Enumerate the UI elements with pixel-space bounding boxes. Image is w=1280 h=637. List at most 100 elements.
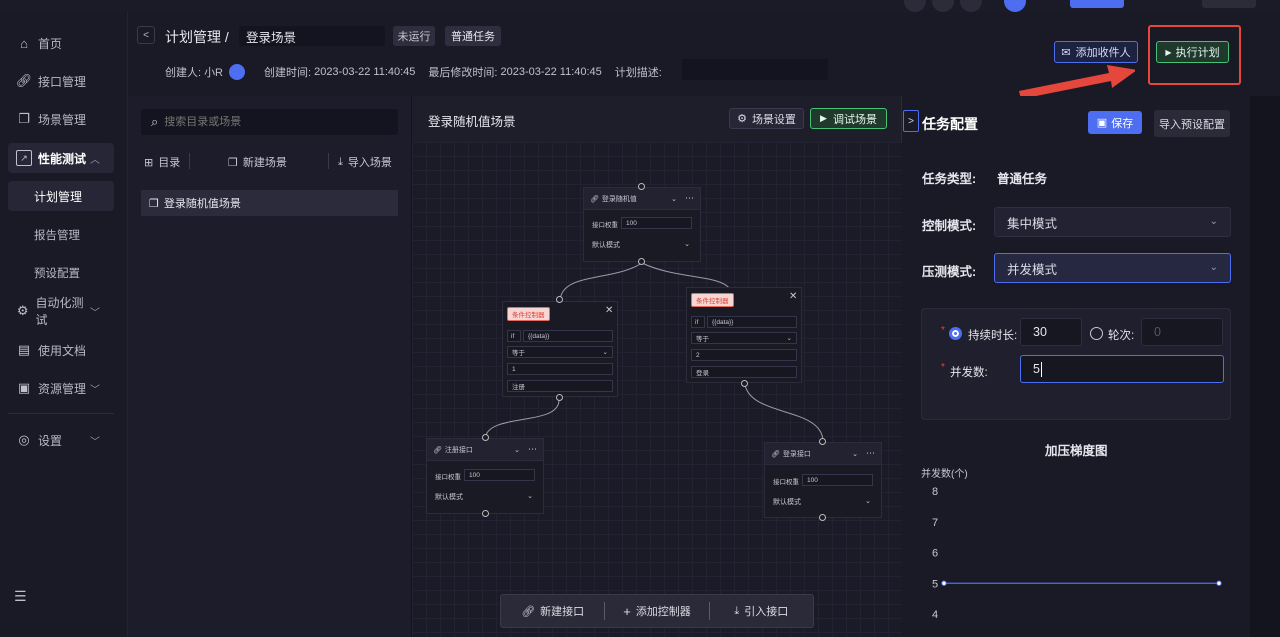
canvas-toolbar: 🔗︎ 新建接口 + 添加控制器 ⤓ 引入接口 bbox=[500, 594, 814, 628]
variable-input[interactable]: {{data}} bbox=[523, 330, 613, 342]
value-input[interactable]: 2 bbox=[691, 349, 797, 361]
sidebar-item-api[interactable]: 🔗︎ 接口管理 bbox=[0, 66, 114, 96]
top-icon[interactable] bbox=[960, 0, 982, 12]
new-scene-button[interactable]: ❐ 新建场景 bbox=[228, 154, 287, 170]
node-port[interactable] bbox=[819, 514, 826, 521]
sidebar-item-automation[interactable]: ⚙ 自动化测试 ﹀ bbox=[0, 296, 114, 327]
node-port[interactable] bbox=[482, 510, 489, 517]
duration-radio[interactable] bbox=[949, 327, 962, 340]
more-icon[interactable]: ⋯ bbox=[866, 448, 875, 459]
search-input[interactable] bbox=[164, 116, 375, 128]
weight-input[interactable]: 100 bbox=[802, 474, 873, 486]
new-directory-button[interactable]: ⊞ 目录 bbox=[144, 154, 180, 170]
flow-grid[interactable]: 🔗︎ 登录随机值 ⌄ ⋯ 接口权重 100 默认模式 ⌄ 条件控制器 ✕ if {{da… bbox=[412, 142, 902, 637]
node-port[interactable] bbox=[741, 380, 748, 387]
sidebar-item-resources[interactable]: ▣ 资源管理 ﹀ bbox=[0, 373, 114, 403]
value-input[interactable]: 1 bbox=[507, 363, 613, 375]
node-port[interactable] bbox=[556, 394, 563, 401]
api-node-random[interactable]: 🔗︎ 登录随机值 ⌄ ⋯ 接口权重 100 默认模式 ⌄ bbox=[583, 187, 701, 262]
node-port[interactable] bbox=[482, 434, 489, 441]
execute-plan-button[interactable]: ▶ 执行计划 bbox=[1156, 41, 1229, 63]
target-input[interactable]: 注册 bbox=[507, 380, 613, 392]
sidebar-item-settings[interactable]: ◎ 设置 ﹀ bbox=[0, 425, 114, 455]
sidebar-item-label: 使用文档 bbox=[38, 343, 87, 358]
add-controller-button[interactable]: + 添加控制器 bbox=[605, 603, 708, 619]
copy-icon: ❐ bbox=[228, 156, 238, 169]
collapse-panel-icon[interactable]: > bbox=[903, 110, 919, 132]
concurrency-input[interactable]: 5 bbox=[1020, 355, 1224, 383]
chevron-down-icon: ⌄ bbox=[1209, 262, 1218, 273]
play-icon: ▶ bbox=[1165, 47, 1172, 57]
automation-icon: ⚙ bbox=[16, 303, 29, 318]
concurrency-label: 并发数: bbox=[950, 367, 988, 379]
sidebar-item-scene[interactable]: ❐ 场景管理 bbox=[0, 104, 114, 134]
search-box[interactable]: ⌕ bbox=[141, 109, 398, 135]
plan-name-input[interactable]: 登录场景 bbox=[239, 26, 385, 46]
save-button[interactable]: ▣ 保存 bbox=[1088, 111, 1142, 134]
top-icon[interactable] bbox=[904, 0, 926, 12]
control-mode-select[interactable]: 集中模式 ⌄ bbox=[994, 207, 1231, 237]
sidebar-item-performance[interactable]: ↗ 性能测试 ︿ bbox=[8, 143, 114, 173]
top-icon[interactable] bbox=[932, 0, 954, 12]
variable-input[interactable]: {{data}} bbox=[707, 316, 797, 328]
close-icon[interactable]: ✕ bbox=[789, 291, 797, 302]
chevron-down-icon: ⌄ bbox=[786, 335, 792, 342]
condition-node-2[interactable]: 条件控制器 ✕ if {{data}} 等于 ⌄ 2 登录 bbox=[686, 287, 802, 383]
control-mode-value: 集中模式 bbox=[1007, 216, 1058, 231]
sidebar-item-report[interactable]: 报告管理 bbox=[0, 220, 114, 250]
node-port[interactable] bbox=[819, 438, 826, 445]
chevron-down-icon[interactable]: ⌄ bbox=[671, 195, 677, 203]
close-icon[interactable]: ✕ bbox=[605, 305, 613, 316]
rounds-input[interactable]: 0 bbox=[1141, 318, 1223, 346]
mode-select[interactable]: 默认模式 ⌄ bbox=[773, 497, 871, 507]
import-scene-button[interactable]: ⤓ 导入场景 bbox=[338, 154, 392, 170]
weight-label: 接口权重 bbox=[773, 479, 799, 486]
mode-select[interactable]: 默认模式 ⌄ bbox=[435, 492, 533, 502]
folder-add-icon: ⊞ bbox=[144, 156, 154, 169]
mode-select[interactable]: 默认模式 ⌄ bbox=[592, 240, 690, 250]
sidebar-item-plan[interactable]: 计划管理 bbox=[8, 181, 114, 211]
chevron-down-icon: ⌄ bbox=[1209, 216, 1218, 227]
chevron-down-icon[interactable]: ⌄ bbox=[852, 450, 858, 458]
data-point[interactable] bbox=[941, 580, 947, 586]
new-api-button[interactable]: 🔗︎ 新建接口 bbox=[501, 603, 604, 619]
duration-input[interactable]: 30 bbox=[1020, 318, 1082, 346]
chevron-down-icon[interactable]: ⌄ bbox=[514, 446, 520, 454]
breadcrumb[interactable]: 计划管理 / bbox=[165, 27, 229, 47]
weight-input[interactable]: 100 bbox=[464, 469, 535, 481]
api-node-login[interactable]: 🔗︎ 登录接口 ⌄ ⋯ 接口权重 100 默认模式 ⌄ bbox=[764, 442, 882, 518]
debug-scene-label: 调试场景 bbox=[832, 113, 877, 126]
description-input[interactable] bbox=[682, 59, 828, 80]
node-port[interactable] bbox=[638, 258, 645, 265]
node-port[interactable] bbox=[556, 296, 563, 303]
tree-item-scene[interactable]: ❐ 登录随机值场景 bbox=[141, 190, 398, 216]
avatar[interactable] bbox=[1004, 0, 1026, 12]
back-button[interactable]: < bbox=[137, 26, 155, 44]
more-icon[interactable]: ⋯ bbox=[685, 193, 694, 204]
plan-meta: 创建人: 小R 创建时间: 2023-03-22 11:40:45 最后修改时间… bbox=[165, 64, 662, 80]
more-icon[interactable]: ⋯ bbox=[528, 444, 537, 455]
target-input[interactable]: 登录 bbox=[691, 366, 797, 378]
collapse-sidebar-icon[interactable]: ☰ bbox=[14, 588, 27, 605]
api-node-register[interactable]: 🔗︎ 注册接口 ⌄ ⋯ 接口权重 100 默认模式 ⌄ bbox=[426, 438, 544, 514]
data-point[interactable] bbox=[1216, 580, 1222, 586]
import-api-button[interactable]: ⤓ 引入接口 bbox=[710, 603, 813, 619]
debug-scene-button[interactable]: ▶ 调试场景 bbox=[810, 108, 887, 129]
sidebar-item-preset[interactable]: 预设配置 bbox=[0, 258, 114, 288]
creator-label: 创建人: bbox=[165, 67, 202, 79]
top-button[interactable] bbox=[1070, 0, 1124, 8]
scene-settings-button[interactable]: ⚙ 场景设置 bbox=[729, 108, 804, 129]
sidebar-item-home[interactable]: ⌂ 首页 bbox=[0, 28, 114, 58]
top-button[interactable] bbox=[1202, 0, 1256, 8]
pressure-mode-select[interactable]: 并发模式 ⌄ bbox=[994, 253, 1231, 283]
sidebar-item-label: 接口管理 bbox=[38, 74, 87, 89]
import-preset-button[interactable]: 导入预设配置 bbox=[1154, 110, 1230, 137]
weight-input[interactable]: 100 bbox=[621, 217, 692, 229]
sidebar-item-docs[interactable]: ▤ 使用文档 bbox=[0, 335, 114, 365]
operator-select[interactable]: 等于 ⌄ bbox=[691, 332, 797, 344]
node-port[interactable] bbox=[638, 183, 645, 190]
link-icon: 🔗︎ bbox=[771, 450, 780, 458]
condition-node-1[interactable]: 条件控制器 ✕ if {{data}} 等于 ⌄ 1 注册 bbox=[502, 301, 618, 397]
rounds-radio[interactable] bbox=[1090, 327, 1103, 340]
operator-select[interactable]: 等于 ⌄ bbox=[507, 346, 613, 358]
